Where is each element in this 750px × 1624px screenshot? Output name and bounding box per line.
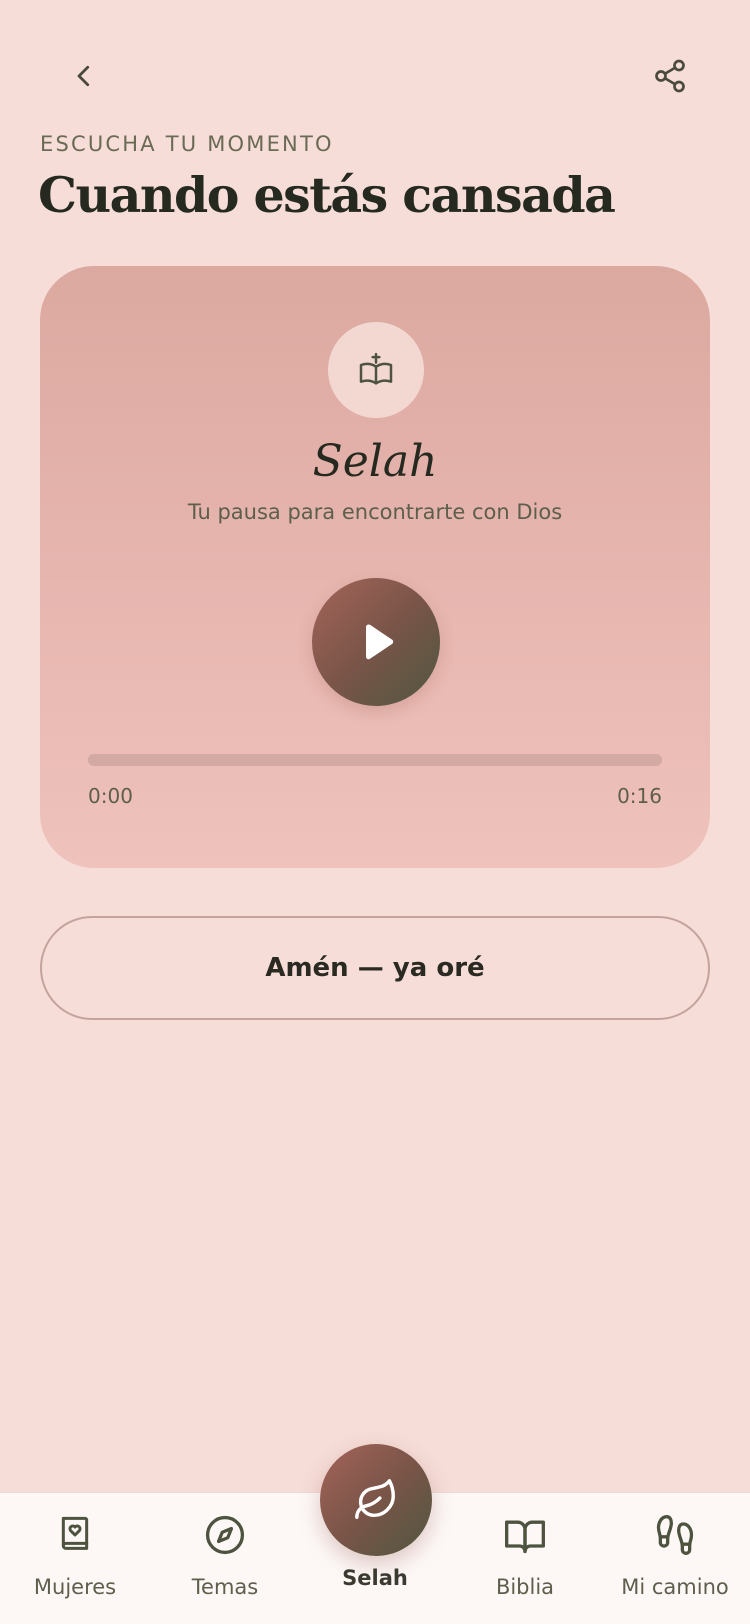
nav-label-temas: Temas [191,1575,259,1599]
amen-button[interactable]: Amén — ya oré [40,916,710,1020]
book-heart-icon [61,1516,89,1550]
nav-label-mi-camino: Mi camino [621,1575,729,1599]
nav-item-selah[interactable] [320,1444,432,1556]
bible-badge [328,322,424,418]
nav-label-selah: Selah [342,1566,408,1590]
compass-icon [205,1515,245,1555]
play-button[interactable] [312,578,440,706]
nav-label-mujeres: Mujeres [33,1575,117,1599]
chevron-left-icon [77,65,90,87]
audio-player-card: Selah Tu pausa para encontrarte con Dios… [40,266,710,868]
bible-icon [359,352,393,385]
back-button[interactable] [58,50,110,102]
progress-bar[interactable] [88,754,662,766]
total-time: 0:16 [617,784,662,808]
share-icon [655,59,685,93]
footprints-icon [656,1515,694,1555]
open-book-icon [505,1520,545,1554]
nav-label-biblia: Biblia [495,1575,555,1599]
share-button[interactable] [644,50,696,102]
nav-item-mujeres[interactable]: Mujeres [0,1493,150,1624]
section-eyebrow: ESCUCHA TU MOMENTO [40,132,334,156]
current-time: 0:00 [88,784,133,808]
player-title: Selah [312,436,438,487]
leaf-icon [355,1479,395,1519]
nav-item-biblia[interactable]: Biblia [450,1493,600,1624]
player-subtitle: Tu pausa para encontrarte con Dios [187,500,563,524]
page-title: Cuando estás cansada [38,166,616,224]
nav-item-temas[interactable]: Temas [150,1493,300,1624]
top-bar [0,50,750,102]
play-icon [366,624,394,660]
nav-item-mi-camino[interactable]: Mi camino [600,1493,750,1624]
